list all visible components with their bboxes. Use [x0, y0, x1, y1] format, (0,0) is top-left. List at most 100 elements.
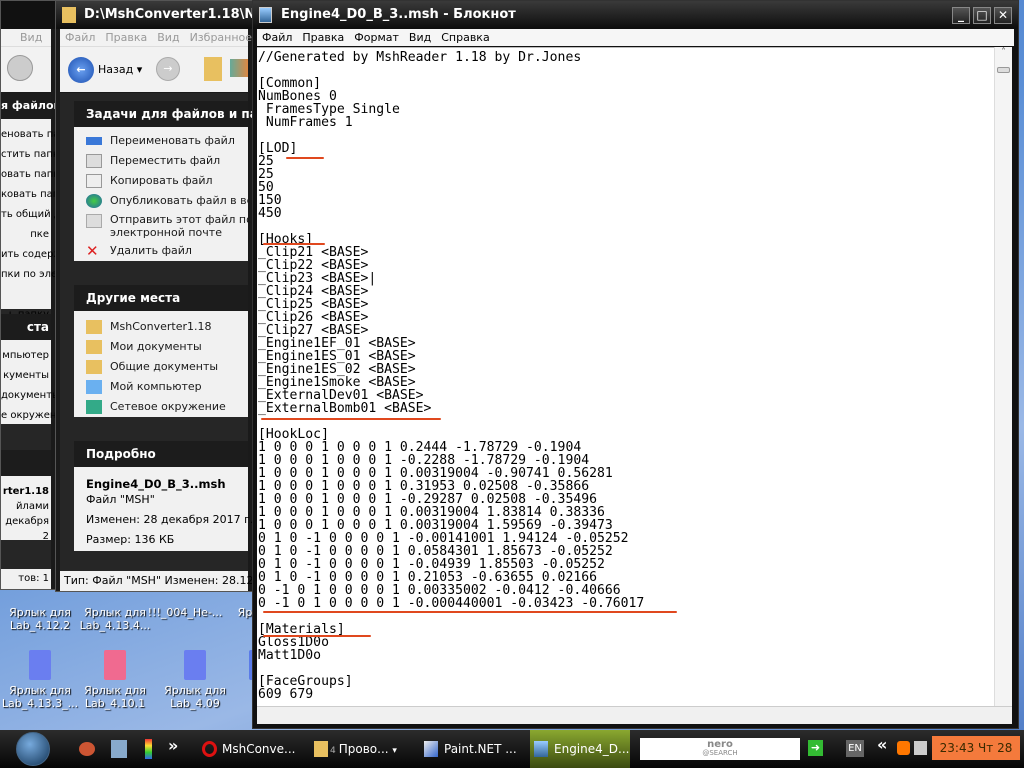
place-link[interactable]: мпьютер — [1, 346, 49, 366]
rename-icon — [86, 137, 102, 145]
taskbar-item-explorer-group[interactable]: 4 Прово... ▾ — [310, 734, 415, 764]
place-label: Общие документы — [110, 360, 219, 373]
explorer-window[interactable]: D:\MshConverter1.18\NEW_ Файл Правка Вид Из… — [55, 0, 285, 592]
menu-favorites[interactable]: Избранное — [190, 31, 252, 44]
title-bar[interactable] — [1, 1, 55, 29]
search-go-icon[interactable]: ➜ — [808, 740, 823, 756]
tray-expand-button[interactable]: « — [877, 735, 887, 754]
shortcut-label: Ярлык для — [84, 606, 146, 619]
task-link[interactable]: ить содерж — [1, 245, 62, 265]
menu-view[interactable]: Вид — [20, 29, 42, 46]
desktop-shortcut[interactable]: Ярлык для Lab_4.10.1 — [75, 650, 155, 710]
task-link[interactable]: пке — [1, 225, 49, 245]
menu-format[interactable]: Формат — [354, 31, 399, 44]
vertical-scrollbar[interactable]: ˄ — [994, 47, 1012, 706]
details-header[interactable]: Подробно — [74, 441, 248, 467]
title-bar[interactable]: D:\MshConverter1.18\NEW_ — [56, 1, 285, 29]
task-link[interactable]: стить папк — [1, 145, 59, 165]
task-link[interactable]: ть общий д — [1, 205, 61, 225]
delete-file-link[interactable]: ✕ Удалить файл — [74, 241, 248, 261]
nero-search-box[interactable]: nero @SEARCH — [640, 738, 800, 760]
place-link[interactable]: кументы — [1, 366, 49, 386]
menu-view[interactable]: Вид — [157, 31, 179, 44]
language-indicator[interactable]: EN — [846, 740, 864, 757]
start-button[interactable] — [16, 732, 50, 766]
back-label: Назад — [98, 63, 134, 76]
status-bar: тов: 1 — [1, 569, 51, 589]
menu-bar: Файл Правка Формат Вид Справка — [257, 29, 1014, 46]
quicklaunch-more-button[interactable]: » — [168, 736, 178, 755]
taskbar-item-paintnet[interactable]: Paint.NET ... — [420, 734, 525, 764]
scroll-thumb[interactable] — [997, 67, 1010, 73]
file-tasks-header[interactable]: Задачи для файлов и папок — [74, 101, 282, 127]
background-explorer-window[interactable]: Вид я файлов еновать па стить папк овать п… — [0, 0, 65, 590]
place-link[interactable]: Сетевое окружение — [74, 397, 248, 417]
desktop-shortcut[interactable]: Ярлык для Lab_4.12.2 — [0, 606, 80, 632]
quicklaunch-download-icon[interactable] — [111, 740, 127, 758]
publish-file-link[interactable]: Опубликовать файл в вебе — [74, 191, 267, 211]
notepad-icon — [259, 7, 272, 23]
menu-edit[interactable]: Правка — [302, 31, 344, 44]
close-button[interactable]: ✕ — [994, 7, 1012, 24]
up-folder-icon[interactable] — [204, 57, 222, 81]
minimize-button[interactable]: _ — [952, 7, 970, 24]
quicklaunch-snap-icon[interactable] — [79, 742, 95, 756]
task-link[interactable]: овать папк — [1, 165, 59, 185]
forward-button[interactable]: → — [156, 57, 180, 81]
taskbar-item-mshconverter[interactable]: MshConve... — [198, 734, 303, 764]
views-icon[interactable] — [230, 59, 248, 77]
scroll-up-icon[interactable]: ˄ — [995, 47, 1012, 63]
task-label: Отправить этот файл по — [110, 213, 253, 226]
title-bar[interactable]: Engine4_D0_B_3..msh - Блокнот _ □ ✕ — [253, 1, 1018, 29]
task-pane: я файлов еновать па стить папк овать папк к… — [1, 93, 65, 569]
menu-help[interactable]: Справка — [441, 31, 489, 44]
place-link[interactable]: Мой компьютер — [74, 377, 248, 397]
task-link[interactable]: ковать пап — [1, 185, 59, 205]
text-editor[interactable]: //Generated by MshReader 1.18 by Dr.Jone… — [257, 47, 994, 706]
task-label: Переместить файл — [110, 154, 221, 167]
menu-view[interactable]: Вид — [409, 31, 431, 44]
task-label: Копировать файл — [110, 174, 213, 187]
move-file-link[interactable]: Переместить файл — [74, 151, 248, 171]
avast-icon[interactable] — [897, 741, 910, 755]
desktop-shortcut[interactable]: Ярлык для Lab_4.13.4... — [75, 606, 155, 632]
desktop-shortcut[interactable]: Ярлык для Lab_4.13.3_... — [0, 650, 80, 710]
annotation-underline — [261, 418, 441, 420]
notepad-window[interactable]: Engine4_D0_B_3..msh - Блокнот _ □ ✕ Файл… — [252, 0, 1019, 729]
forward-icon[interactable] — [7, 55, 33, 81]
place-link[interactable]: MshConverter1.18 — [74, 317, 248, 337]
place-link[interactable]: Общие документы — [74, 357, 248, 377]
email-file-link[interactable]: Отправить этот файл по электронной почте — [74, 211, 253, 241]
clock[interactable]: 23:43 Чт 28 — [932, 736, 1020, 760]
quicklaunch-equalizer-icon[interactable] — [145, 739, 152, 759]
file-tasks-section: Задачи для файлов и папок Переименовать … — [74, 101, 282, 261]
file-content[interactable]: //Generated by MshReader 1.18 by Dr.Jone… — [257, 48, 994, 701]
details-line: декабря 2 — [5, 516, 49, 542]
menu-edit[interactable]: Правка — [105, 31, 147, 44]
task-link[interactable]: еновать па — [1, 125, 59, 145]
copy-file-link[interactable]: Копировать файл — [74, 171, 248, 191]
back-button[interactable]: ← Назад ▾ — [68, 57, 142, 83]
place-link[interactable]: е окружени — [1, 406, 63, 426]
task-link[interactable]: пки по элем — [1, 265, 65, 285]
maximize-button[interactable]: □ — [973, 7, 991, 24]
rename-file-link[interactable]: Переименовать файл — [74, 131, 248, 151]
folder-icon — [62, 7, 76, 23]
details-line: йлами — [15, 501, 49, 512]
shortcut-label: Lab_4.12.2 — [9, 619, 71, 632]
details-modified: Изменен: 28 декабря 2017 г., 23 — [86, 513, 275, 526]
details-type: Файл "MSH" — [86, 493, 155, 506]
shortcut-label: Lab_4.13.4... — [79, 619, 151, 632]
other-places-header[interactable]: Другие места — [74, 285, 248, 311]
place-link[interactable]: документы — [1, 386, 60, 406]
menu-file[interactable]: Файл — [262, 31, 292, 44]
details-name: rter1.18 — [2, 486, 49, 497]
paintnet-icon — [424, 741, 438, 757]
network-icon[interactable] — [914, 741, 927, 755]
place-link[interactable]: Мои документы — [74, 337, 248, 357]
tasks-header: я файлов — [1, 93, 61, 119]
menu-file[interactable]: Файл — [65, 31, 95, 44]
taskbar-item-notepad-active[interactable]: Engine4_D... — [530, 730, 630, 768]
shortcut-label: Lab_4.09 — [170, 697, 220, 710]
task-link[interactable] — [1, 285, 49, 305]
